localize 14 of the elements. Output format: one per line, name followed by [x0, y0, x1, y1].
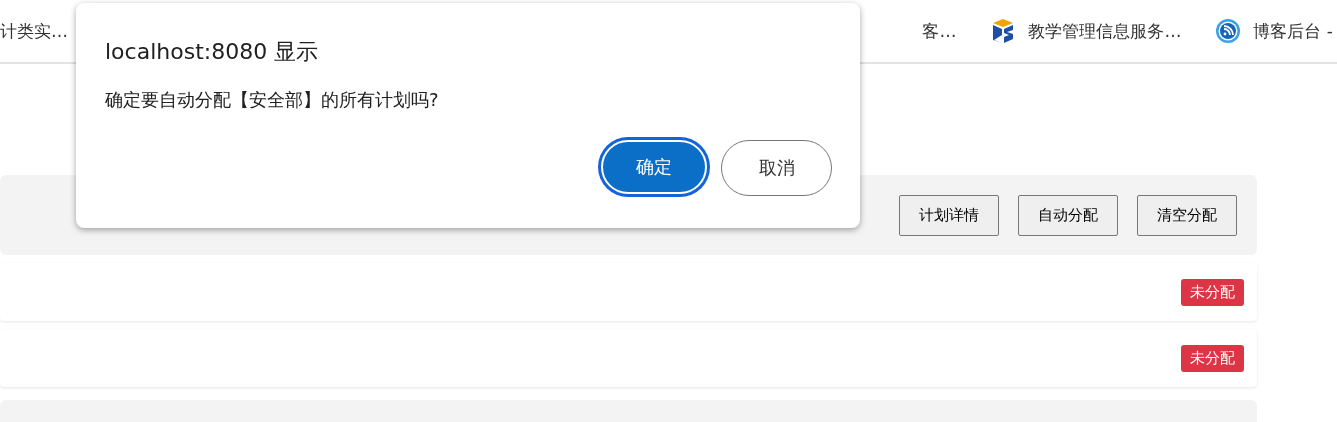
- plan-button[interactable]: 清空分配: [1137, 194, 1237, 236]
- bookmark-link[interactable]: 计类实…: [0, 19, 68, 43]
- dialog-message: 确定要自动分配【安全部】的所有计划吗?: [105, 88, 440, 112]
- confirm-button[interactable]: 确定: [601, 140, 707, 194]
- bookmark-link[interactable]: 教学管理信息服务…: [1028, 19, 1182, 43]
- status-tag: 未分配: [1181, 344, 1244, 372]
- feed-icon: [1215, 18, 1242, 44]
- status-tag: 未分配: [1181, 278, 1244, 306]
- cancel-button[interactable]: 取消: [721, 140, 832, 196]
- plan-button[interactable]: 计划详情: [899, 194, 999, 236]
- bookmark-link[interactable]: 客…: [922, 19, 957, 43]
- plan-button[interactable]: 自动分配: [1018, 194, 1118, 236]
- dialog-title: localhost:8080 显示: [105, 38, 320, 66]
- bookmark-link[interactable]: 博客后台 -: [1253, 19, 1333, 43]
